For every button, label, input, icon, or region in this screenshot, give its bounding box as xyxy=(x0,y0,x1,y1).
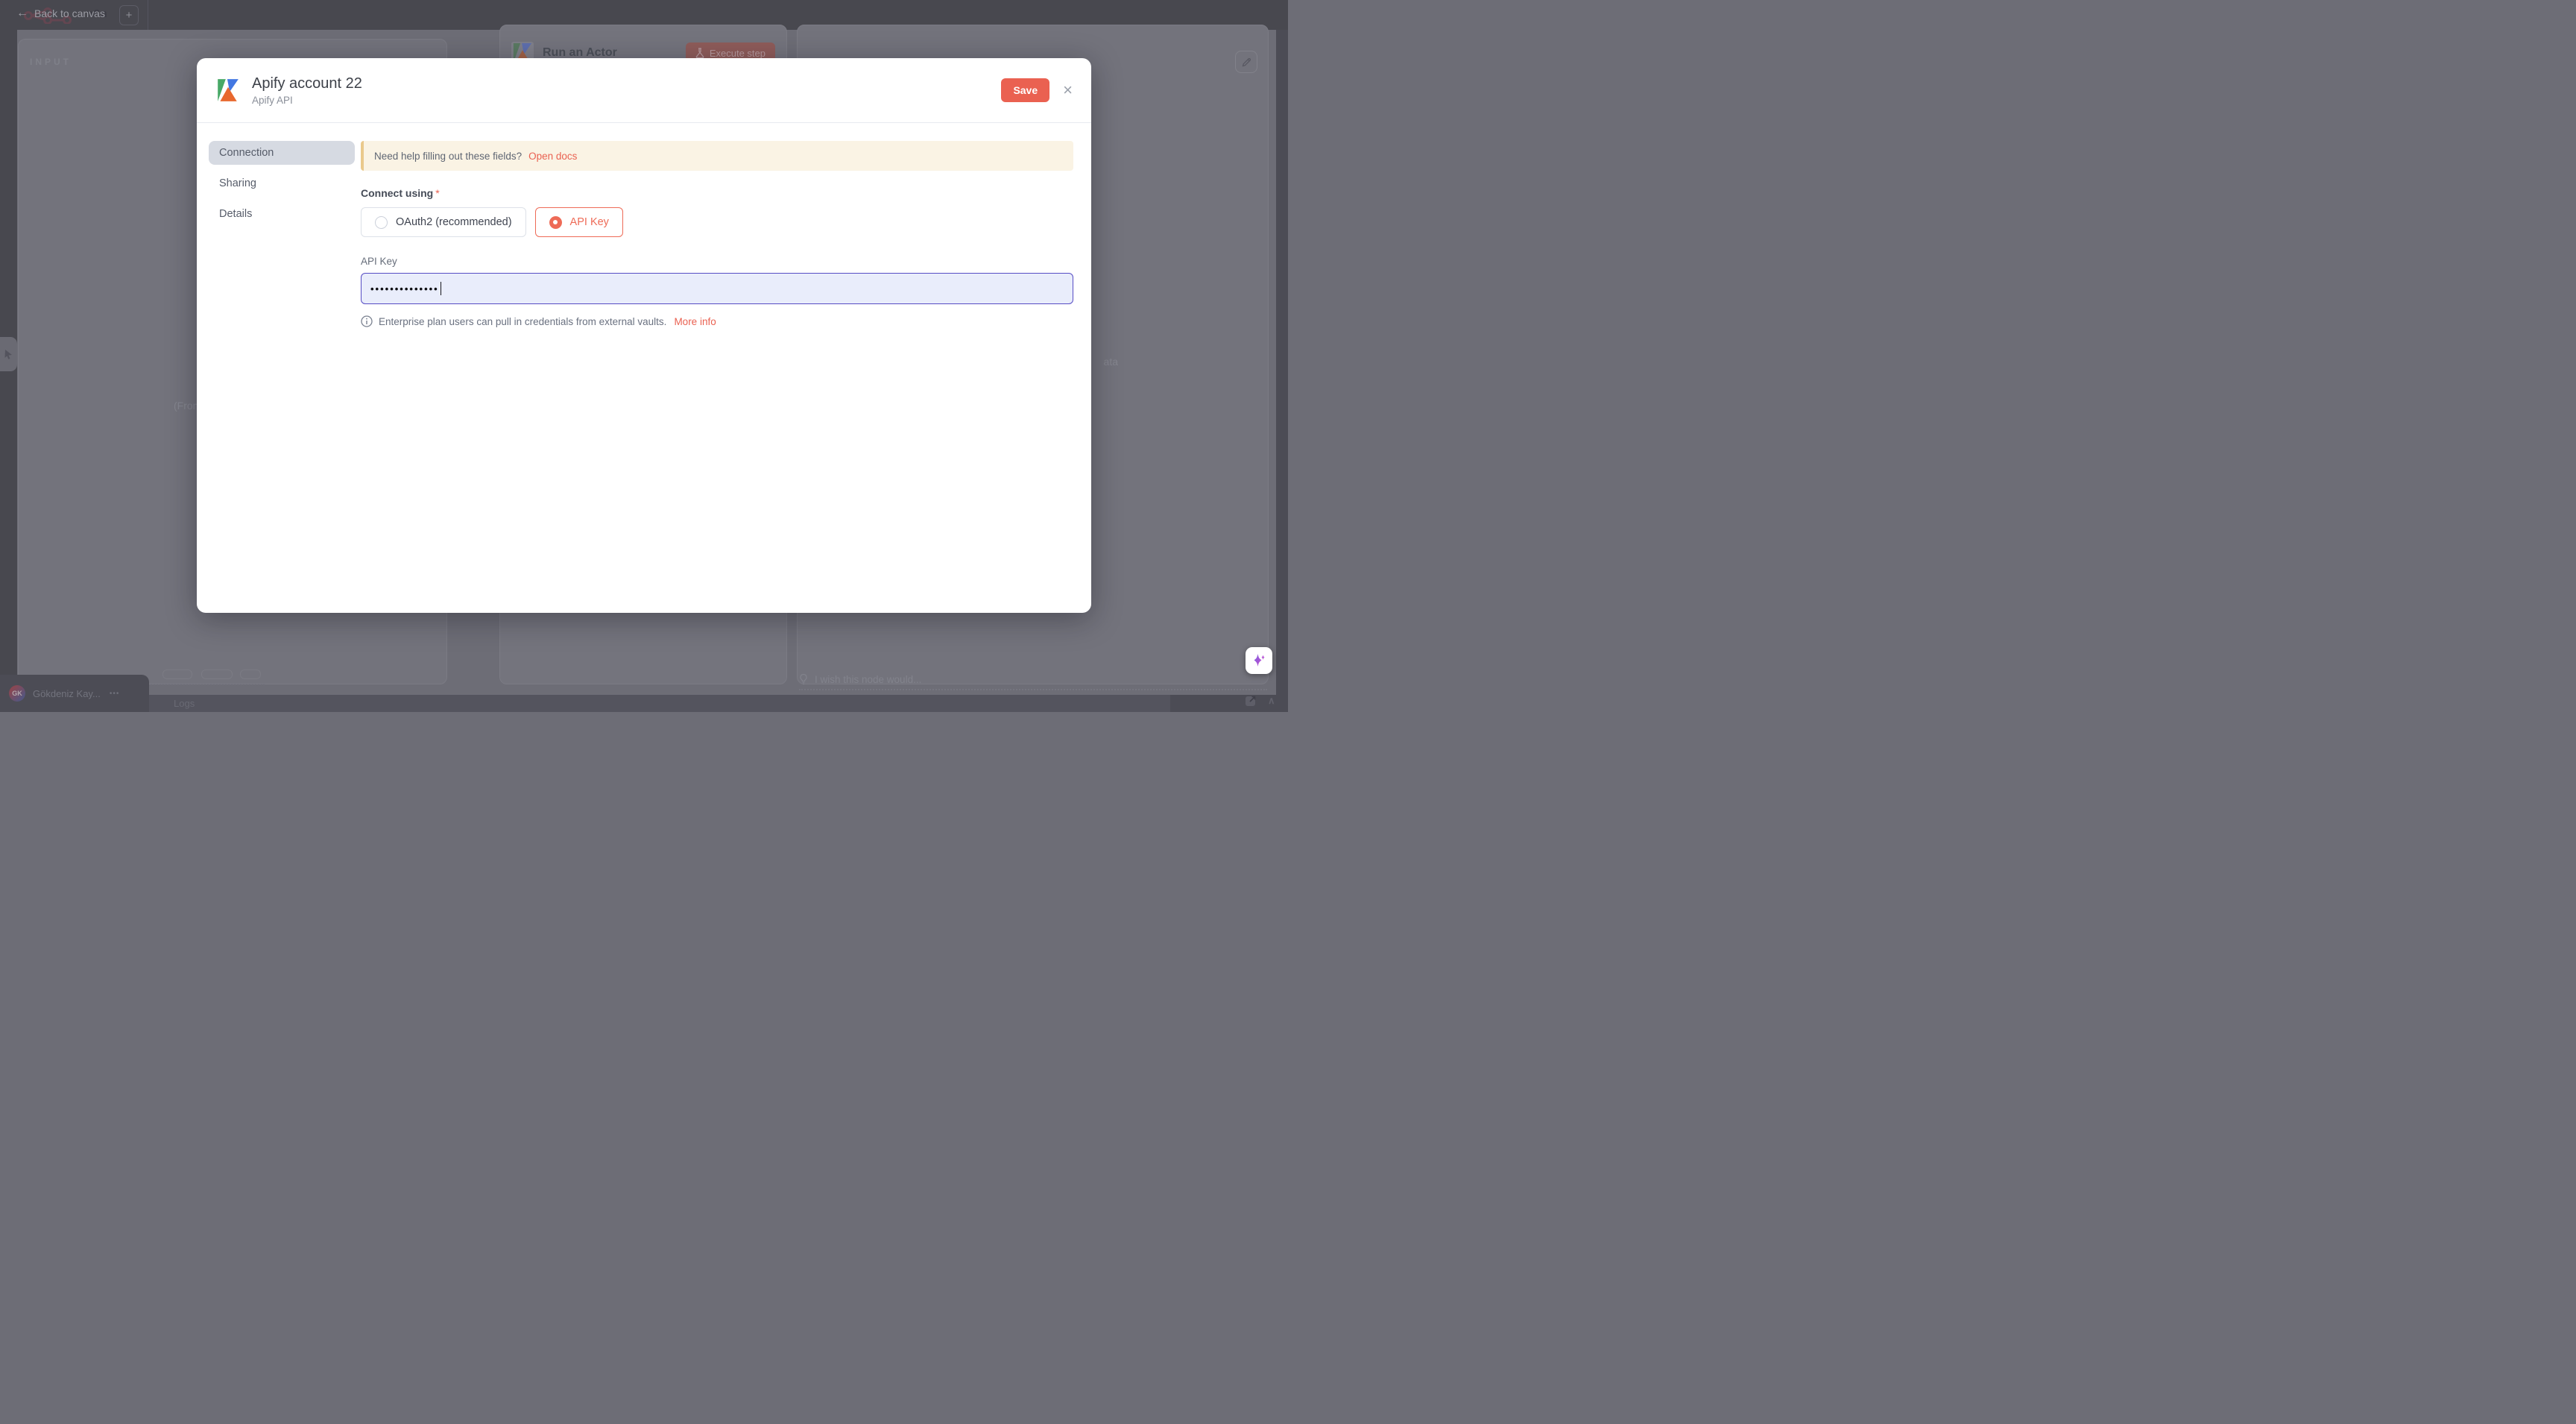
view-toggle-pill[interactable] xyxy=(240,670,261,679)
pencil-icon xyxy=(1241,57,1252,68)
user-menu-dots-icon[interactable]: ••• xyxy=(110,690,120,698)
api-key-field-label: API Key xyxy=(361,256,1073,267)
api-key-option-label: API Key xyxy=(570,216,609,228)
text-caret xyxy=(441,282,442,295)
help-banner-text: Need help filling out these fields? xyxy=(374,151,522,162)
oauth2-label: OAuth2 (recommended) xyxy=(396,216,512,228)
radio-oauth2[interactable]: OAuth2 (recommended) xyxy=(361,207,526,237)
back-to-canvas-button[interactable]: ← Back to canvas xyxy=(16,7,105,19)
radio-circle-off xyxy=(375,216,388,229)
radio-circle-on xyxy=(549,216,562,229)
avatar: GK xyxy=(9,685,25,702)
back-arrow-icon: ← xyxy=(16,7,28,19)
execute-step-label: Execute step xyxy=(710,48,765,59)
connect-using-label: Connect using* xyxy=(361,187,1073,199)
tab-connection[interactable]: Connection xyxy=(209,141,355,165)
api-key-input[interactable]: •••••••••••••• xyxy=(361,273,1073,304)
edit-output-button[interactable] xyxy=(1235,51,1257,73)
help-banner: Need help filling out these fields? Open… xyxy=(361,141,1073,171)
tab-details[interactable]: Details xyxy=(209,202,355,226)
radio-api-key[interactable]: API Key xyxy=(535,207,623,237)
chevron-up-icon[interactable]: ∧ xyxy=(1268,695,1275,707)
view-toggle-pill[interactable] xyxy=(162,670,192,679)
close-icon[interactable]: × xyxy=(1063,82,1073,98)
enterprise-info: Enterprise plan users can pull in creden… xyxy=(361,315,1073,327)
new-tab-button[interactable]: + xyxy=(119,5,139,25)
pop-out-icon[interactable] xyxy=(1245,694,1257,707)
enterprise-info-text: Enterprise plan users can pull in creden… xyxy=(379,316,666,327)
canvas-dots xyxy=(145,683,265,684)
apify-logo xyxy=(215,78,241,103)
masked-api-key-value: •••••••••••••• xyxy=(370,283,439,294)
more-info-link[interactable]: More info xyxy=(674,316,716,327)
user-menu[interactable]: GK Gökdeniz Kay... ••• xyxy=(0,675,149,712)
app-window: n8n ← Back to canvas + INPUT (From Run a… xyxy=(0,0,1288,712)
user-name: Gökdeniz Kay... xyxy=(33,688,101,699)
pointer-flyout-tab[interactable] xyxy=(0,337,17,371)
lightbulb-icon xyxy=(799,673,808,685)
wish-placeholder: I wish this node would... xyxy=(815,674,921,685)
modal-title-block: Apify account 22 Apify API xyxy=(252,75,362,106)
credential-type: Apify API xyxy=(252,95,362,106)
sparkle-icon xyxy=(1251,652,1266,669)
open-docs-link[interactable]: Open docs xyxy=(528,151,577,162)
modal-sidebar: Connection Sharing Details xyxy=(209,141,355,327)
node-wish-input[interactable]: I wish this node would... xyxy=(799,670,1267,690)
credential-name[interactable]: Apify account 22 xyxy=(252,75,362,92)
modal-content: Need help filling out these fields? Open… xyxy=(355,141,1073,327)
right-canvas-edge xyxy=(1276,30,1288,695)
save-button[interactable]: Save xyxy=(1001,78,1049,102)
back-to-canvas-label: Back to canvas xyxy=(34,7,105,19)
info-circle-icon xyxy=(361,315,373,327)
plus-icon: + xyxy=(126,9,133,22)
cursor-pointer-icon xyxy=(4,349,13,359)
required-asterisk: * xyxy=(435,187,439,199)
credential-modal: Apify account 22 Apify API Save × Connec… xyxy=(197,58,1091,613)
modal-header: Apify account 22 Apify API Save × xyxy=(197,58,1091,123)
tab-sharing[interactable]: Sharing xyxy=(209,171,355,195)
flask-icon xyxy=(695,48,704,58)
ai-assistant-button[interactable] xyxy=(1246,647,1272,674)
input-panel-title: INPUT xyxy=(30,57,72,67)
view-toggle-pill[interactable] xyxy=(201,670,233,679)
logs-tab[interactable]: Logs xyxy=(174,698,195,709)
logs-panel-strip xyxy=(149,695,1170,712)
